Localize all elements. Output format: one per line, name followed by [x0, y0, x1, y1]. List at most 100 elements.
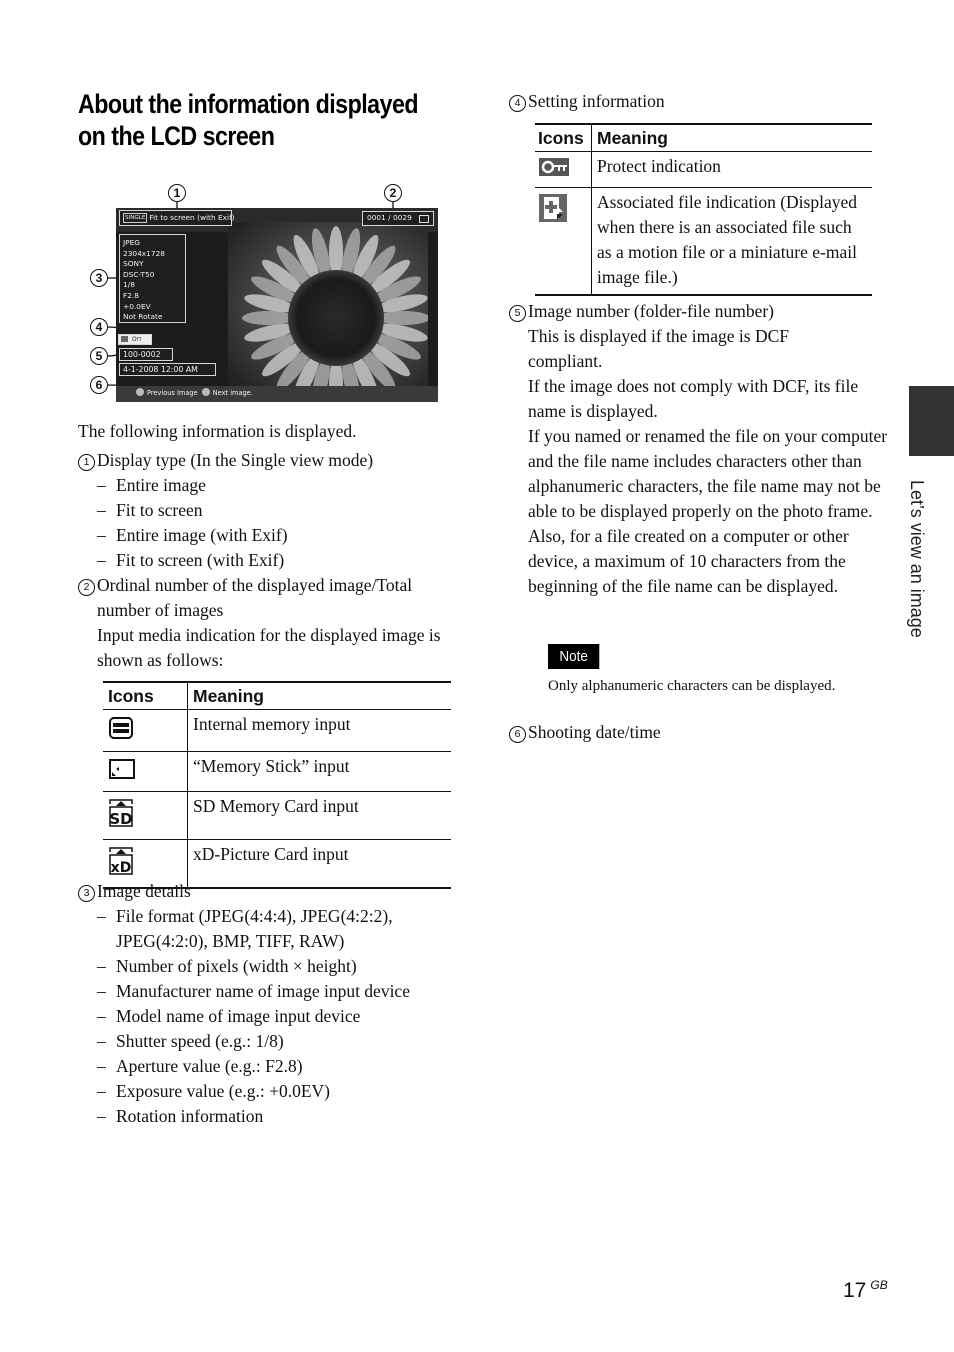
column-header-icons: Icons: [535, 124, 592, 152]
list-item: Manufacturer name of image input device: [97, 979, 447, 1004]
page-title: About the information displayed on the L…: [78, 88, 422, 152]
callout-5: 5: [90, 347, 108, 365]
column-header-icons: Icons: [103, 682, 188, 710]
exif-lines: JPEG 2304x1728 SONY DSC-T50 1/8 F2.8 +0.0EV Not…: [123, 238, 165, 323]
next-button-icon: [201, 388, 210, 397]
item-heading: Ordinal number of the displayed image/To…: [97, 575, 413, 595]
list-item: Exposure value (e.g.: +0.0EV): [97, 1079, 447, 1104]
image-counter-text: 0001 / 0029: [367, 213, 412, 222]
list-item: File format (JPEG(4:4:4), JPEG(4:2:2), J…: [97, 904, 447, 954]
setting-info-indicator: O⊓: [118, 334, 152, 345]
page-number-value: 17: [843, 1279, 867, 1302]
column-header-meaning: Meaning: [591, 124, 872, 152]
note-badge: Note: [548, 644, 600, 669]
item-paragraph: If the image does not comply with DCF, i…: [528, 376, 859, 421]
petal-shape: [378, 311, 428, 325]
list-item: Entire image (with Exif): [97, 523, 468, 548]
callout-3: 3: [90, 269, 108, 287]
protect-key-icon: [539, 158, 569, 176]
item-4-heading: 4 Setting information: [509, 89, 665, 114]
associated-file-icon: [539, 194, 567, 222]
callout-4: 4: [90, 318, 108, 336]
exif-line: 1/8: [123, 280, 135, 290]
item-3: 3Image details File format (JPEG(4:4:4),…: [78, 879, 468, 1129]
sd-icon-text: SD: [109, 810, 132, 828]
nav-previous-label: Previous Image: [147, 389, 198, 398]
item-heading: Shooting date/time: [528, 722, 661, 742]
single-mode-chip: SINGLE: [123, 213, 148, 223]
item-paragraph: This is displayed if the image is DCF co…: [528, 326, 790, 371]
list-item: Entire image: [97, 473, 468, 498]
item-number-badge: 4: [509, 95, 526, 112]
icon-cell: [103, 751, 188, 792]
lcd-screen-illustration: SINGLE Fit to screen (with Exif) 0001 / 0…: [86, 180, 446, 405]
exif-line: +0.0EV: [123, 301, 151, 311]
item-heading: Image details: [97, 881, 191, 901]
sunflower-photo: [228, 222, 428, 386]
item-6: 6 Shooting date/time: [509, 720, 661, 745]
table-row: Associated file indication (Displayed wh…: [535, 187, 872, 296]
chapter-tab: [909, 386, 954, 456]
exif-line: 2304x1728: [123, 248, 165, 258]
petal-shape: [242, 311, 294, 325]
meaning-cell: Protect indication: [591, 151, 872, 188]
exif-info-panel: JPEG 2304x1728 SONY DSC-T50 1/8 F2.8 +0.0EV Not…: [119, 234, 186, 323]
item-number-badge: 2: [78, 579, 95, 596]
internal-memory-icon: [109, 717, 133, 739]
item-paragraph: If you named or renamed the file on your…: [528, 426, 888, 596]
display-type-indicator: SINGLE Fit to screen (with Exif): [119, 210, 235, 226]
callout-6: 6: [90, 376, 108, 394]
table-row: SD SD Memory Card input: [103, 791, 451, 840]
exif-line: DSC-T50: [123, 269, 155, 279]
icon-cell: [103, 709, 188, 752]
sd-card-icon: SD: [109, 799, 133, 828]
input-media-table: Icons Meaning Internal memory input “Mem…: [103, 681, 451, 889]
callout-1: 1: [168, 184, 186, 202]
item-heading-continued: number of images: [97, 600, 224, 620]
left-column: The following information is displayed. …: [78, 419, 468, 673]
image-details-list: File format (JPEG(4:4:4), JPEG(4:2:2), J…: [78, 904, 447, 1129]
page-title-line-1: About the information displayed: [78, 89, 419, 119]
item-paragraph: Input media indication for the displayed…: [97, 625, 441, 670]
memory-stick-icon: [419, 215, 429, 223]
icon-cell: SD: [103, 791, 188, 840]
image-counter-indicator: 0001 / 0029: [362, 211, 434, 226]
protect-key-icon: O⊓: [132, 336, 142, 343]
datetime-indicator: 4-1-2008 12:00 AM: [119, 363, 216, 376]
exif-line: SONY: [123, 259, 144, 269]
exif-line: F2.8: [123, 290, 140, 300]
table-header-row: Icons Meaning: [103, 682, 451, 710]
icon-cell: [535, 151, 592, 188]
setting-info-table: Icons Meaning Protect indication Associa…: [535, 123, 872, 296]
page-title-line-2: on the LCD screen: [78, 121, 275, 151]
previous-button-icon: [136, 388, 144, 397]
item-5: 5 Image number (folder-file number) This …: [509, 299, 894, 599]
list-item: Rotation information: [97, 1104, 447, 1129]
image-number-text: 100-0002: [123, 350, 161, 359]
table-header-row: Icons Meaning: [535, 124, 872, 152]
list-item: Fit to screen (with Exif): [97, 548, 468, 573]
associated-file-icon: [121, 336, 128, 342]
item-2: 2 Ordinal number of the displayed image/T…: [78, 573, 468, 673]
meaning-cell: Internal memory input: [187, 709, 451, 752]
chapter-tab-label: Let’s view an image: [907, 480, 927, 638]
meaning-cell: “Memory Stick” input: [187, 751, 451, 792]
item-heading: Image number (folder-file number): [528, 301, 774, 321]
icon-cell: [535, 187, 592, 296]
item-number-badge: 3: [78, 885, 95, 902]
list-item: Number of pixels (width × height): [97, 954, 447, 979]
lcd-screen: SINGLE Fit to screen (with Exif) 0001 / 0…: [116, 208, 438, 402]
memory-stick-icon: [109, 759, 135, 779]
exif-line: Not Rotate: [123, 312, 163, 322]
table-row: “Memory Stick” input: [103, 751, 451, 792]
exif-line: JPEG: [123, 238, 141, 247]
meaning-cell: Associated file indication (Displayed wh…: [591, 187, 872, 296]
column-header-meaning: Meaning: [187, 682, 451, 710]
display-type-text: Fit to screen (with Exif): [149, 213, 235, 222]
xd-icon-text: xD: [111, 860, 132, 876]
list-item: Model name of image input device: [97, 1004, 447, 1029]
item-number-badge: 1: [78, 454, 95, 471]
item-number-badge: 6: [509, 726, 526, 743]
datetime-text: 4-1-2008 12:00 AM: [123, 365, 198, 374]
item-heading: Setting information: [528, 91, 665, 111]
